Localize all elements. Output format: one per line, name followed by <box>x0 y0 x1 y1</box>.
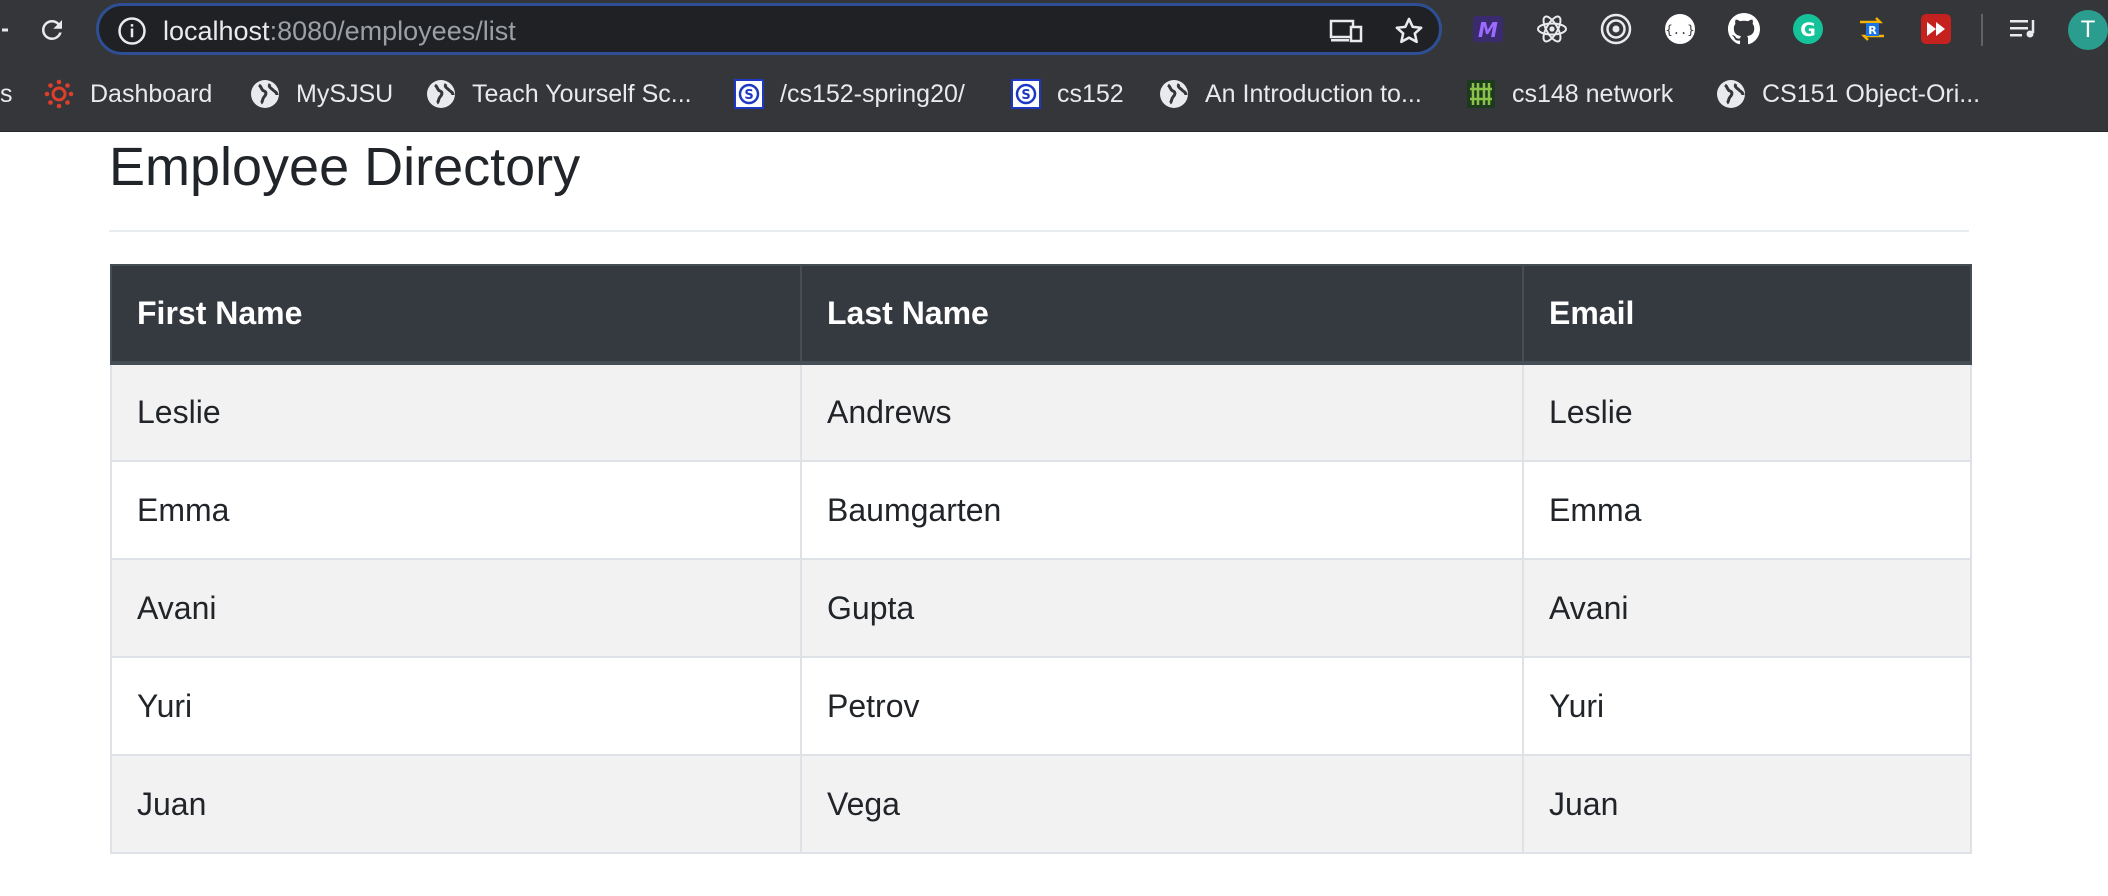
cell-first-name: Leslie <box>110 362 802 462</box>
r-extension-icon[interactable]: R <box>1854 11 1890 47</box>
cell-first-name: Emma <box>110 460 802 560</box>
svg-text:R: R <box>1868 24 1877 37</box>
cell-last-name: Andrews <box>800 362 1524 462</box>
bookmark-label: An Introduction to... <box>1205 79 1422 108</box>
cs148-icon <box>1466 79 1496 109</box>
bookmark-teach-yourself[interactable]: Teach Yourself Sc... <box>426 76 692 112</box>
bookmark-label: cs148 network <box>1512 79 1674 108</box>
globe-icon <box>250 79 280 109</box>
bookmark-label: Teach Yourself Sc... <box>472 79 692 108</box>
install-app-icon[interactable] <box>1329 17 1363 45</box>
target-extension-icon[interactable] <box>1598 11 1634 47</box>
github-icon[interactable] <box>1726 11 1762 47</box>
sjsu-icon: S <box>734 79 764 109</box>
url-path: :8080/employees/list <box>269 16 516 46</box>
table-row: Leslie Andrews Leslie <box>110 362 1972 462</box>
svg-text:S: S <box>1021 88 1030 103</box>
bookmark-cs152-spring20[interactable]: S /cs152-spring20/ <box>734 76 965 112</box>
grammarly-icon[interactable]: G <box>1790 11 1826 47</box>
bookmark-cs151[interactable]: CS151 Object-Ori... <box>1716 76 1980 112</box>
fast-forward-icon[interactable] <box>1918 11 1954 47</box>
table-row: Yuri Petrov Yuri <box>110 656 1972 756</box>
json-viewer-icon[interactable]: {..} <box>1662 11 1698 47</box>
react-devtools-icon[interactable] <box>1534 11 1570 47</box>
cell-first-name: Yuri <box>110 656 802 756</box>
cell-last-name: Gupta <box>800 558 1524 658</box>
bookmark-cs152[interactable]: S cs152 <box>1011 76 1124 112</box>
url-host: localhost <box>163 16 270 46</box>
table-row: Avani Gupta Avani <box>110 558 1972 658</box>
canvas-icon <box>44 79 74 109</box>
bookmark-label: /cs152-spring20/ <box>780 79 965 108</box>
globe-icon <box>1716 79 1746 109</box>
column-header-first-name: First Name <box>110 264 802 365</box>
browser-toolbar: localhost:8080/employees/list M {..} G R… <box>0 0 2108 62</box>
profile-avatar[interactable]: T <box>2068 10 2108 50</box>
globe-icon <box>1159 79 1189 109</box>
globe-icon <box>426 79 456 109</box>
employee-table: First Name Last Name Email Leslie Andrew… <box>110 264 1972 854</box>
bookmark-label: Dashboard <box>90 79 213 108</box>
svg-text:S: S <box>744 88 753 103</box>
sjsu-icon: S <box>1011 79 1041 109</box>
address-bar[interactable]: localhost:8080/employees/list <box>96 3 1442 55</box>
m-extension-icon[interactable]: M <box>1470 11 1506 47</box>
table-row: Juan Vega Juan <box>110 754 1972 854</box>
svg-text:G: G <box>1800 19 1816 41</box>
bookmark-label: MySJSU <box>296 79 394 108</box>
svg-text:M: M <box>1478 18 1498 42</box>
bookmark-partial-label: s <box>0 79 13 108</box>
media-queue-icon[interactable] <box>2006 11 2042 47</box>
bookmark-label: CS151 Object-Ori... <box>1762 79 1981 108</box>
bookmark-label: cs152 <box>1057 79 1124 108</box>
title-divider <box>109 230 1969 232</box>
column-header-last-name: Last Name <box>800 264 1524 365</box>
cell-email: Juan <box>1522 754 1972 854</box>
column-header-email: Email <box>1522 264 1972 365</box>
table-row: Emma Baumgarten Emma <box>110 460 1972 560</box>
bookmark-dashboard[interactable]: Dashboard <box>44 76 212 112</box>
cell-first-name: Juan <box>110 754 802 854</box>
bookmark-mysjsu[interactable]: MySJSU <box>250 76 393 112</box>
table-header-row: First Name Last Name Email <box>110 264 1972 365</box>
bookmark-introduction[interactable]: An Introduction to... <box>1159 76 1422 112</box>
bookmark-star-icon[interactable] <box>1392 14 1426 48</box>
cell-last-name: Petrov <box>800 656 1524 756</box>
cell-email: Emma <box>1522 460 1972 560</box>
cell-last-name: Baumgarten <box>800 460 1524 560</box>
svg-text:{..}: {..} <box>1666 23 1695 37</box>
reload-icon[interactable] <box>30 10 74 50</box>
cell-first-name: Avani <box>110 558 802 658</box>
back-button-partial[interactable] <box>0 18 8 42</box>
site-info-icon[interactable] <box>117 16 147 46</box>
url-text[interactable]: localhost:8080/employees/list <box>163 16 516 46</box>
bookmark-partial[interactable]: s <box>0 76 13 112</box>
cell-email: Leslie <box>1522 362 1972 462</box>
cell-email: Yuri <box>1522 656 1972 756</box>
toolbar-separator <box>1981 14 1983 46</box>
page-title: Employee Directory <box>109 137 581 197</box>
bookmark-cs148-network[interactable]: cs148 network <box>1466 76 1673 112</box>
cell-last-name: Vega <box>800 754 1524 854</box>
cell-email: Avani <box>1522 558 1972 658</box>
